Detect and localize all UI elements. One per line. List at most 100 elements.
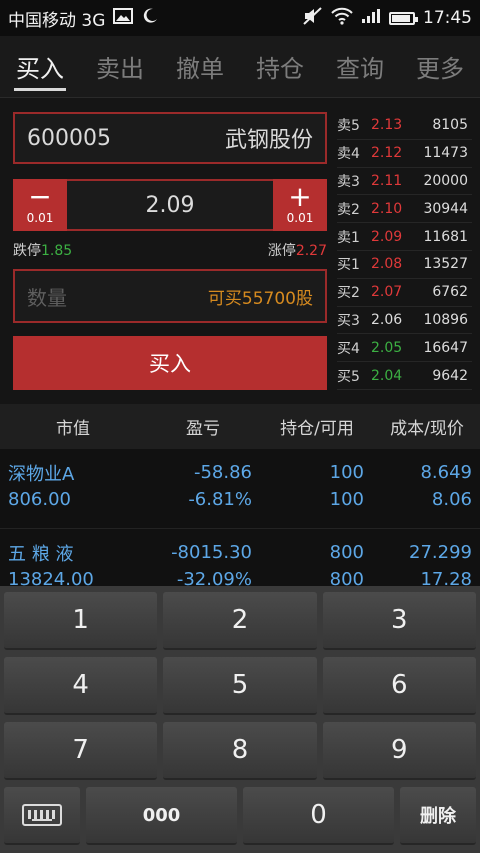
header-market-value: 市值 — [56, 419, 90, 439]
book-level-label: 卖3 — [337, 173, 360, 190]
tab-buy[interactable]: 买入 — [12, 36, 68, 97]
book-price: 2.08 — [371, 256, 403, 273]
holding-position: 800 — [329, 542, 364, 563]
key-6[interactable]: 6 — [322, 657, 476, 715]
minus-icon: − — [28, 180, 52, 213]
order-book-row[interactable]: 卖3 2.11 20000 — [337, 168, 472, 196]
key-7[interactable]: 7 — [4, 722, 158, 780]
book-price: 2.12 — [371, 145, 403, 162]
holding-current-price: 8.06 — [431, 489, 472, 510]
book-level-label: 买5 — [337, 368, 360, 385]
numeric-keypad: 1 2 3 4 5 6 7 8 9 000 0 删除 — [0, 586, 480, 853]
holding-available: 100 — [329, 489, 364, 510]
order-book-row[interactable]: 买3 2.06 10896 — [337, 307, 472, 335]
tab-more[interactable]: 更多 — [412, 36, 468, 97]
keyboard-switch-button[interactable] — [4, 787, 80, 845]
price-increase-button[interactable]: + 0.01 — [273, 179, 327, 231]
holding-name: 五 粮 液 — [8, 543, 74, 565]
header-pnl: 盈亏 — [186, 419, 220, 439]
moon-icon — [141, 7, 159, 30]
book-level-label: 卖1 — [337, 229, 360, 246]
tab-cancel-order[interactable]: 撤单 — [172, 36, 228, 97]
key-4[interactable]: 4 — [4, 657, 158, 715]
order-book-row[interactable]: 买5 2.04 9642 — [337, 362, 472, 390]
tab-query[interactable]: 查询 — [332, 36, 388, 97]
key-3[interactable]: 3 — [322, 592, 476, 650]
book-price: 2.04 — [371, 367, 403, 384]
holding-pnl: -58.86 — [193, 462, 252, 483]
quantity-placeholder: 数量 — [27, 285, 67, 310]
book-price: 2.07 — [371, 284, 403, 301]
price-input[interactable]: 2.09 — [67, 179, 273, 231]
order-book-row[interactable]: 卖1 2.09 11681 — [337, 223, 472, 251]
clock: 17:45 — [423, 8, 472, 28]
order-book-row[interactable]: 买1 2.08 13527 — [337, 251, 472, 279]
book-level-label: 卖2 — [337, 201, 360, 218]
delete-button[interactable]: 删除 — [400, 787, 476, 845]
book-price: 2.09 — [371, 228, 403, 245]
book-price: 2.05 — [371, 339, 403, 356]
stock-code-input[interactable]: 600005 武钢股份 — [13, 112, 327, 164]
book-volume: 6762 — [432, 284, 468, 301]
book-volume: 9642 — [432, 367, 468, 384]
header-position: 持仓/可用 — [280, 419, 354, 439]
book-price: 2.06 — [371, 311, 403, 328]
price-decrease-button[interactable]: − 0.01 — [13, 179, 67, 231]
holding-cost: 8.649 — [420, 462, 472, 483]
key-2[interactable]: 2 — [163, 592, 317, 650]
increase-step: 0.01 — [286, 211, 314, 225]
book-volume: 8105 — [432, 117, 468, 134]
key-000[interactable]: 000 — [86, 787, 237, 845]
book-volume: 30944 — [423, 200, 468, 217]
holding-pnl-percent: -32.09% — [176, 569, 252, 586]
order-book-row[interactable]: 卖2 2.10 30944 — [337, 195, 472, 224]
holdings-list: 市值 盈亏 持仓/可用 成本/现价 深物业A -58.86 100 8.649 806.… — [0, 404, 480, 586]
status-bar: 中国移动 3G 17:45 — [0, 0, 480, 36]
keyboard-icon — [22, 804, 62, 826]
header-cost-price: 成本/现价 — [390, 419, 464, 439]
mute-icon — [303, 6, 323, 30]
order-book-row[interactable]: 卖5 2.13 8105 — [337, 112, 472, 140]
holding-row[interactable]: 五 粮 液 -8015.30 800 27.299 13824.00 -32.09% 800… — [0, 529, 480, 586]
book-level-label: 卖5 — [337, 118, 360, 135]
order-book-row[interactable]: 卖4 2.12 11473 — [337, 140, 472, 168]
order-book-row[interactable]: 买2 2.07 6762 — [337, 279, 472, 307]
book-volume: 11681 — [423, 228, 468, 245]
buy-button[interactable]: 买入 — [13, 336, 327, 390]
key-5[interactable]: 5 — [163, 657, 317, 715]
book-price: 2.11 — [371, 172, 403, 189]
book-price: 2.13 — [371, 117, 403, 134]
holding-row[interactable]: 深物业A -58.86 100 8.649 806.00 -6.81% 100 8.06 — [0, 449, 480, 529]
battery-icon — [389, 11, 418, 25]
holding-market-value: 806.00 — [8, 489, 71, 510]
quantity-input[interactable]: 数量 可买55700股 — [13, 269, 327, 323]
holding-name: 深物业A — [8, 463, 75, 485]
price-limits: 跌停1.85 涨停2.27 — [13, 240, 327, 260]
holding-available: 800 — [329, 569, 364, 586]
book-level-label: 买2 — [337, 285, 360, 302]
book-level-label: 买1 — [337, 257, 360, 274]
holding-current-price: 17.28 — [420, 569, 472, 586]
price-stepper: − 0.01 2.09 + 0.01 — [13, 179, 327, 231]
holding-position: 100 — [329, 462, 364, 483]
stock-name: 武钢股份 — [224, 128, 313, 153]
plus-icon: + — [288, 180, 312, 213]
tab-positions[interactable]: 持仓 — [252, 36, 308, 97]
book-level-label: 买4 — [337, 340, 360, 357]
stock-code: 600005 — [27, 125, 111, 151]
key-1[interactable]: 1 — [4, 592, 158, 650]
order-book: 卖5 2.13 8105 卖4 2.12 11473 卖3 2.11 20000 卖2 2.10 30… — [337, 112, 472, 390]
key-0[interactable]: 0 — [243, 787, 394, 845]
carrier-label: 中国移动 3G — [8, 10, 106, 31]
order-book-row[interactable]: 买4 2.05 16647 — [337, 334, 472, 363]
holding-pnl: -8015.30 — [171, 542, 252, 563]
book-price: 2.10 — [371, 200, 403, 217]
book-volume: 11473 — [423, 145, 468, 162]
key-9[interactable]: 9 — [322, 722, 476, 780]
key-8[interactable]: 8 — [163, 722, 317, 780]
decrease-step: 0.01 — [26, 211, 54, 225]
wifi-icon — [331, 7, 353, 30]
image-notification-icon — [113, 7, 134, 29]
holding-cost: 27.299 — [409, 542, 472, 563]
tab-sell[interactable]: 卖出 — [92, 36, 148, 97]
